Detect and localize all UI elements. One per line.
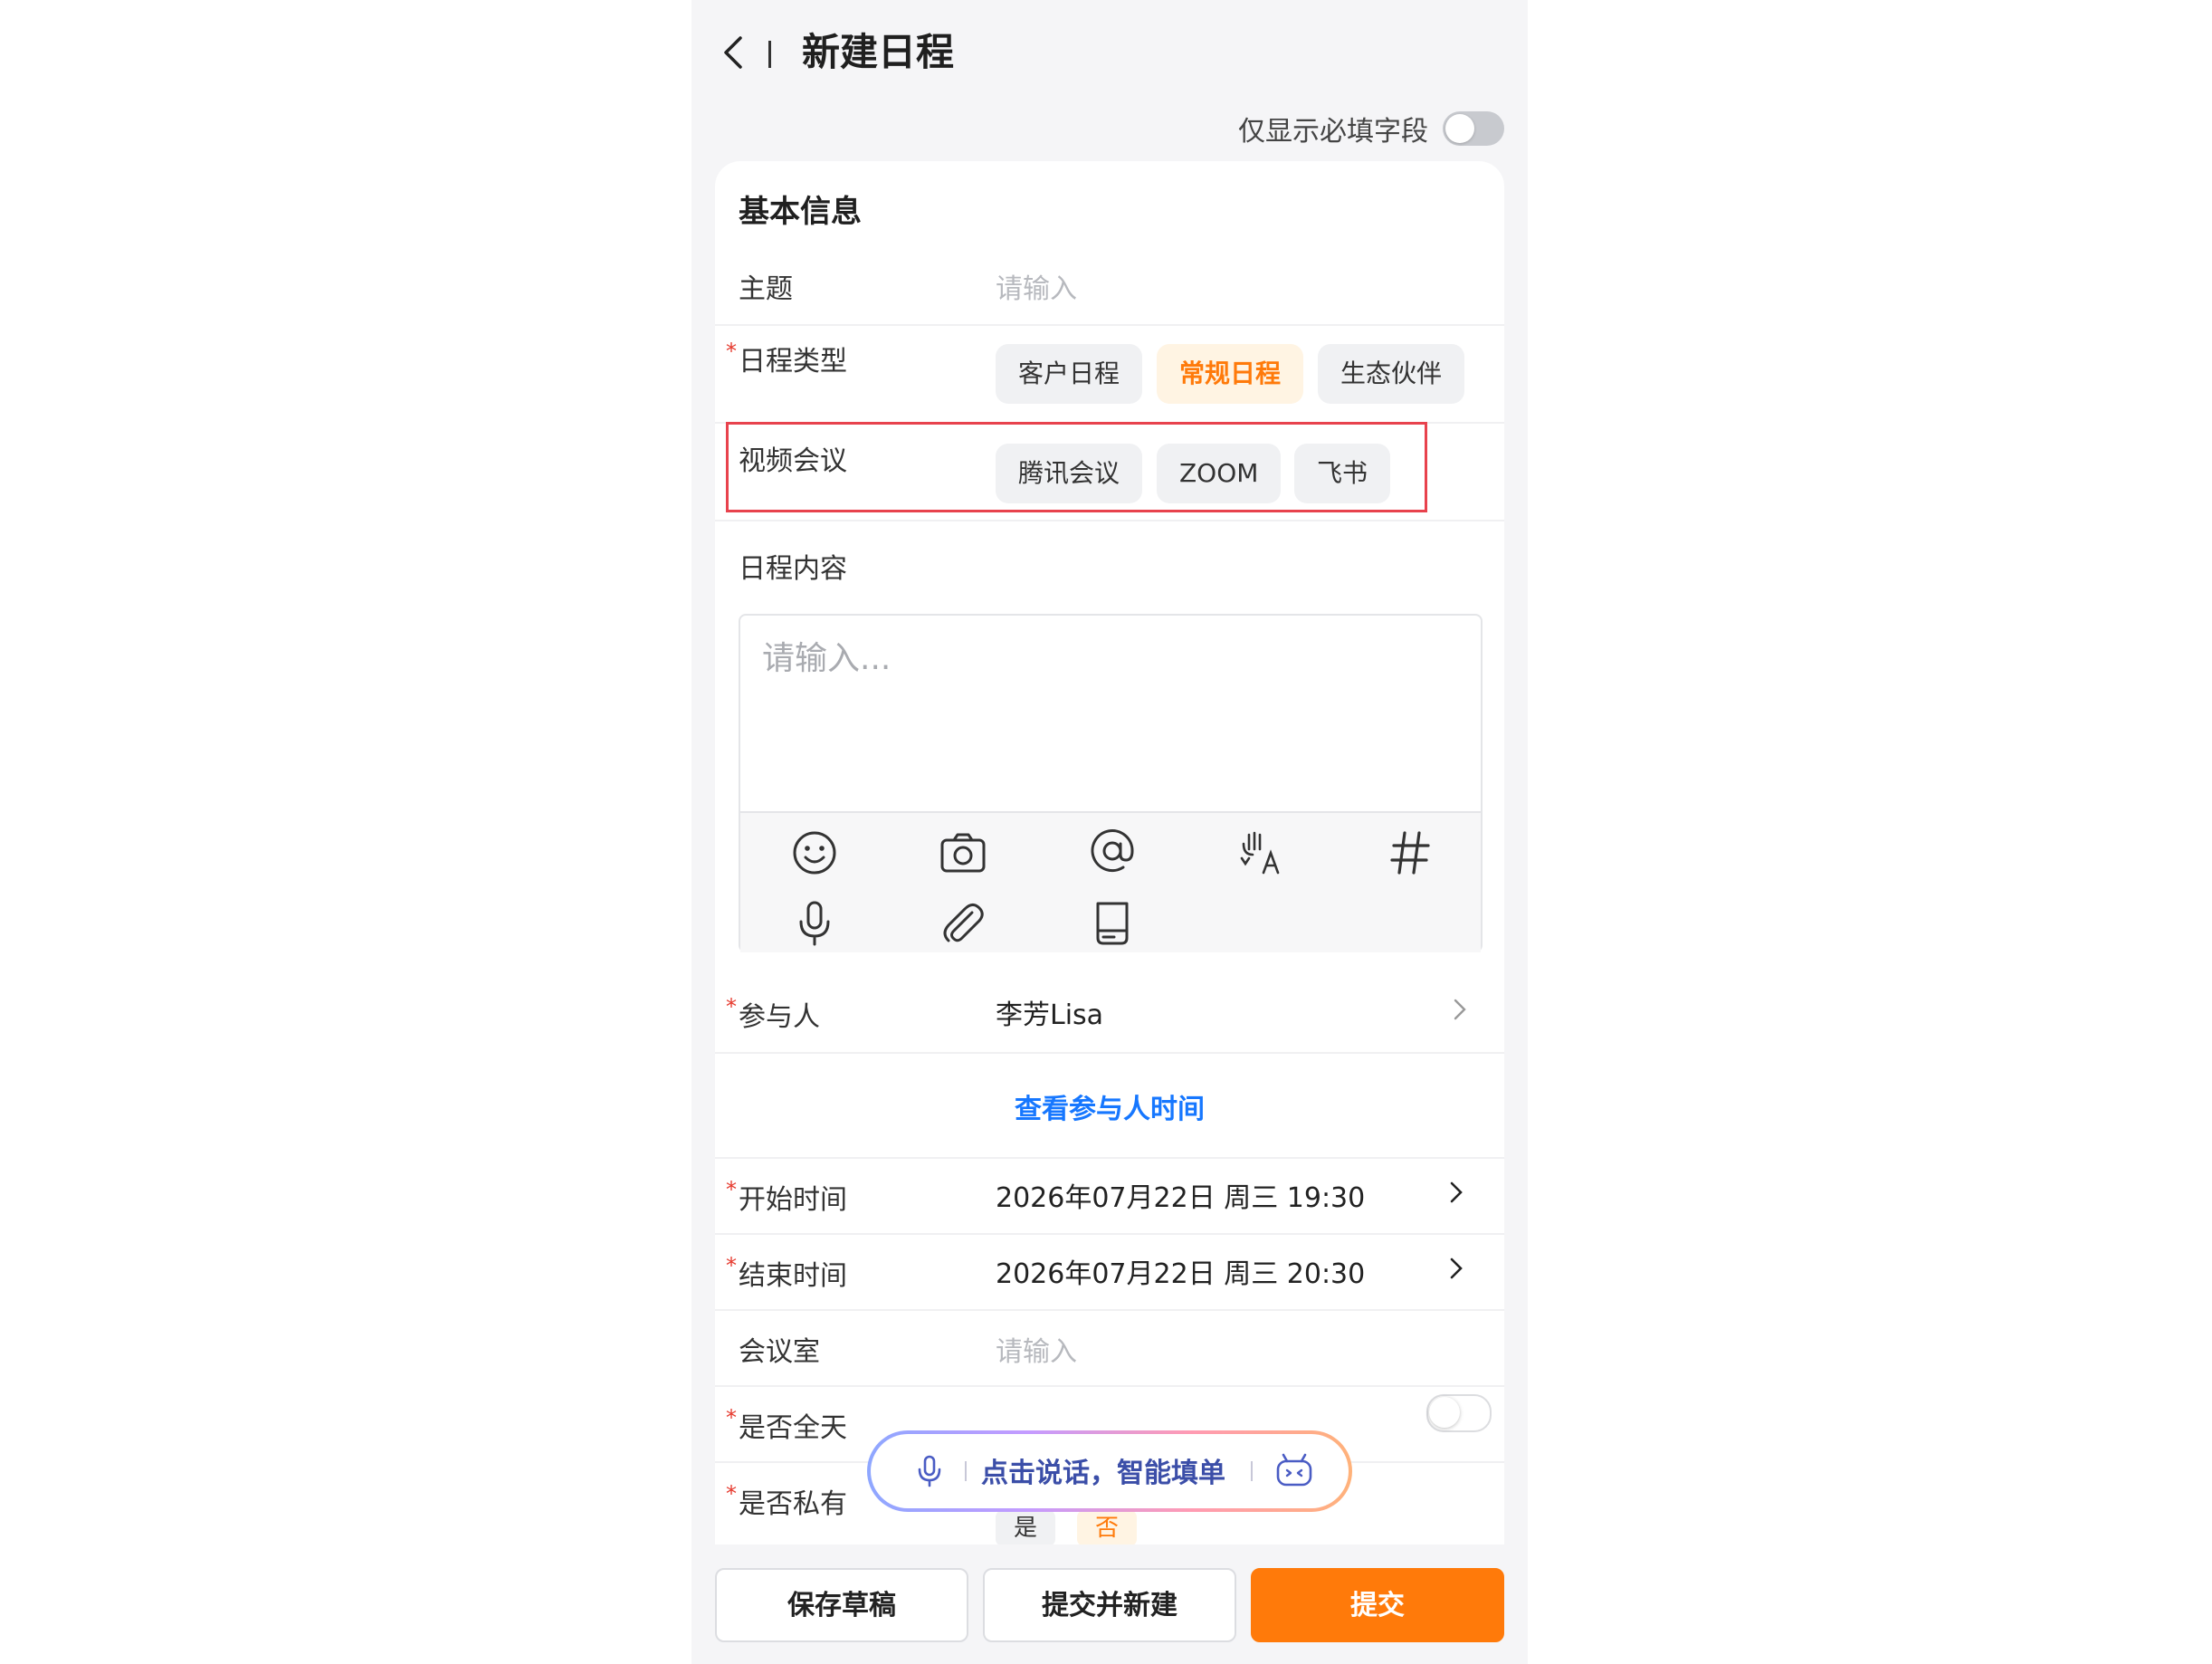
robot-icon [1276,1453,1312,1487]
end-time-value: 2026年07月22日 周三 20:30 [996,1258,1366,1290]
voice-assistant-pill[interactable]: 点击说话，智能填单 [867,1430,1352,1512]
chevron-right-icon [1450,1258,1463,1279]
voice-assistant-inner: 点击说话，智能填单 [871,1434,1349,1508]
chevron-right-icon [1450,1181,1463,1203]
meeting-room-row[interactable]: 会议室 请输入 [715,1309,1504,1387]
toggle-knob [1429,1397,1460,1428]
editor-toolbar [740,811,1481,952]
start-time-value: 2026年07月22日 周三 19:30 [996,1182,1366,1214]
content-textarea[interactable] [740,616,1481,811]
page-title: 新建日程 [802,30,955,74]
required-star: * [726,339,737,364]
submit-button[interactable]: 提交 [1251,1568,1504,1642]
required-star: * [726,1481,737,1506]
content-label: 日程内容 [739,553,847,585]
participants-label: 参与人 [739,1001,820,1033]
private-label: 是否私有 [739,1488,847,1520]
schedule-type-row: * 日程类型 客户日程 常规日程 生态伙伴 [715,324,1504,424]
microphone-icon [918,1455,941,1487]
type-chip-regular[interactable]: 常规日程 [1157,344,1304,404]
meeting-room-label: 会议室 [739,1336,820,1368]
translate-icon[interactable] [1236,827,1287,878]
view-time-row: 查看参与人时间 [715,1052,1504,1159]
hashtag-icon[interactable] [1385,827,1435,878]
only-required-label: 仅显示必填字段 [1238,116,1428,148]
private-chip-no[interactable]: 否 [1077,1510,1138,1546]
microphone-icon[interactable] [789,898,840,949]
type-chip-customer[interactable]: 客户日程 [996,344,1143,404]
participants-value: 李芳Lisa [996,999,1104,1031]
subject-input[interactable]: 请输入 [996,266,1077,306]
bottom-action-bar: 保存草稿 提交并新建 提交 [691,1544,1528,1664]
end-time-label: 结束时间 [739,1260,847,1292]
only-required-row: 仅显示必填字段 [1238,107,1504,150]
end-time-row[interactable]: * 结束时间 2026年07月22日 周三 20:30 [715,1233,1504,1311]
required-star: * [726,1405,737,1430]
all-day-toggle[interactable] [1426,1394,1492,1432]
subject-label: 主题 [739,273,793,305]
toggle-knob [1445,114,1474,143]
subject-row[interactable]: 主题 请输入 [715,248,1504,326]
header-divider [768,41,771,68]
start-time-row[interactable]: * 开始时间 2026年07月22日 周三 19:30 [715,1157,1504,1235]
required-star: * [726,994,737,1019]
only-required-toggle[interactable] [1443,111,1504,146]
at-icon[interactable] [1087,826,1138,876]
basic-info-card: 基本信息 主题 请输入 * 日程类型 客户日程 常规日程 生态伙伴 视频会议 腾… [715,161,1504,1546]
back-arrow-icon[interactable] [715,33,755,72]
type-chip-partner[interactable]: 生态伙伴 [1318,344,1465,404]
save-draft-button[interactable]: 保存草稿 [715,1568,968,1642]
schedule-type-label: 日程类型 [739,346,847,378]
submit-and-new-button[interactable]: 提交并新建 [983,1568,1236,1642]
chevron-right-icon [1454,999,1466,1020]
header: 新建日程 [691,0,1528,109]
participants-row[interactable]: * 参与人 李芳Lisa [715,980,1504,1054]
voice-separator [965,1461,967,1481]
camera-icon[interactable] [938,827,988,878]
required-star: * [726,1253,737,1278]
voice-assistant-text: 点击说话，智能填单 [981,1458,1225,1489]
meeting-room-input[interactable]: 请输入 [996,1329,1077,1369]
required-star: * [726,1177,737,1202]
start-time-label: 开始时间 [739,1184,847,1216]
view-participant-time-link[interactable]: 查看参与人时间 [715,1086,1504,1126]
voice-separator [1251,1461,1253,1481]
section-title: 基本信息 [739,194,862,230]
all-day-label: 是否全天 [739,1412,847,1444]
content-editor [739,614,1483,952]
highlight-box [726,422,1427,512]
drive-icon[interactable] [1087,898,1138,949]
phone-screen: 新建日程 仅显示必填字段 基本信息 主题 请输入 * 日程类型 客户日程 常规日… [691,0,1528,1664]
private-chip-yes[interactable]: 是 [996,1510,1056,1546]
attachment-icon[interactable] [938,898,988,949]
emoji-icon[interactable] [789,827,840,878]
